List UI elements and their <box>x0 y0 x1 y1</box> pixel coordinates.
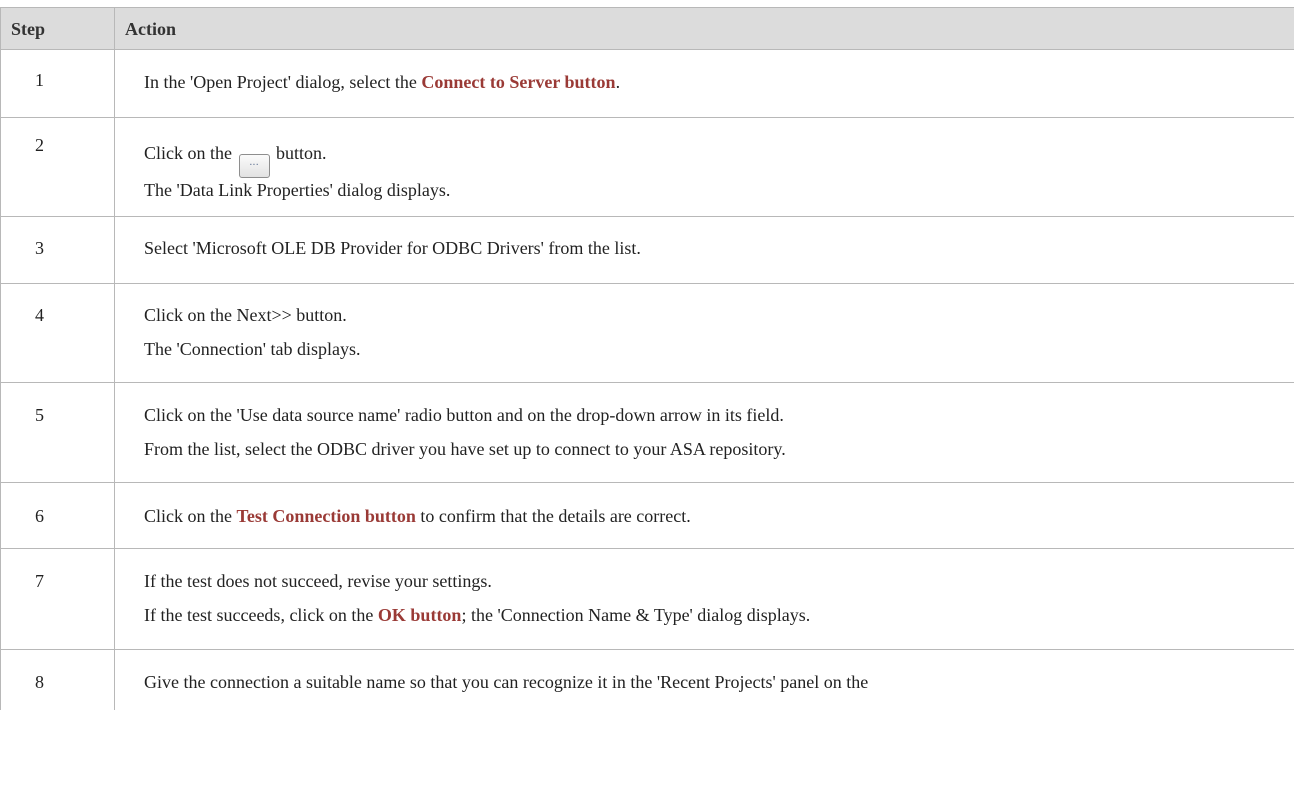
action-line: In the 'Open Project' dialog, select the… <box>144 72 621 92</box>
step-number: 7 <box>35 571 44 591</box>
header-action: Action <box>125 19 176 39</box>
ok-button-link[interactable]: OK button <box>378 605 462 625</box>
table-row: 6 Click on the Test Connection button to… <box>1 483 1294 549</box>
table-row: 8 Give the connection a suitable name so… <box>1 650 1294 710</box>
table-header: Step Action <box>1 8 1294 50</box>
action-line: From the list, select the ODBC driver yo… <box>144 439 786 459</box>
table-row: 3 Select 'Microsoft OLE DB Provider for … <box>1 217 1294 284</box>
table-row: 2 Click on the ... button. The 'Data Lin… <box>1 118 1294 217</box>
action-line: If the test succeeds, click on the OK bu… <box>144 605 811 625</box>
ellipsis-button-icon: ... <box>238 154 270 178</box>
action-line: The 'Connection' tab displays. <box>144 339 361 359</box>
action-line: Click on the 'Use data source name' radi… <box>144 405 784 425</box>
table-row: 5 Click on the 'Use data source name' ra… <box>1 383 1294 483</box>
action-line: Click on the Next>> button. <box>144 305 347 325</box>
table-row: 1 In the 'Open Project' dialog, select t… <box>1 50 1294 118</box>
header-step: Step <box>11 19 46 39</box>
action-line: Select 'Microsoft OLE DB Provider for OD… <box>144 238 641 258</box>
action-line: The 'Data Link Properties' dialog displa… <box>144 180 451 200</box>
table-row: 7 If the test does not succeed, revise y… <box>1 549 1294 650</box>
step-number: 5 <box>35 405 44 425</box>
connect-to-server-link[interactable]: Connect to Server button <box>421 72 615 92</box>
step-number: 2 <box>35 135 44 155</box>
action-line: Click on the ... button. <box>144 143 327 178</box>
step-number: 4 <box>35 305 44 325</box>
action-line: Give the connection a suitable name so t… <box>144 672 869 692</box>
table-row: 4 Click on the Next>> button. The 'Conne… <box>1 284 1294 383</box>
step-number: 3 <box>35 238 44 258</box>
step-number: 6 <box>35 506 44 526</box>
action-line: Click on the Test Connection button to c… <box>144 506 691 526</box>
steps-table: Step Action 1 In the 'Open Project' dial… <box>0 7 1294 710</box>
action-line: If the test does not succeed, revise you… <box>144 571 492 591</box>
step-number: 8 <box>35 672 44 692</box>
test-connection-link[interactable]: Test Connection button <box>237 506 416 526</box>
step-number: 1 <box>35 70 44 90</box>
